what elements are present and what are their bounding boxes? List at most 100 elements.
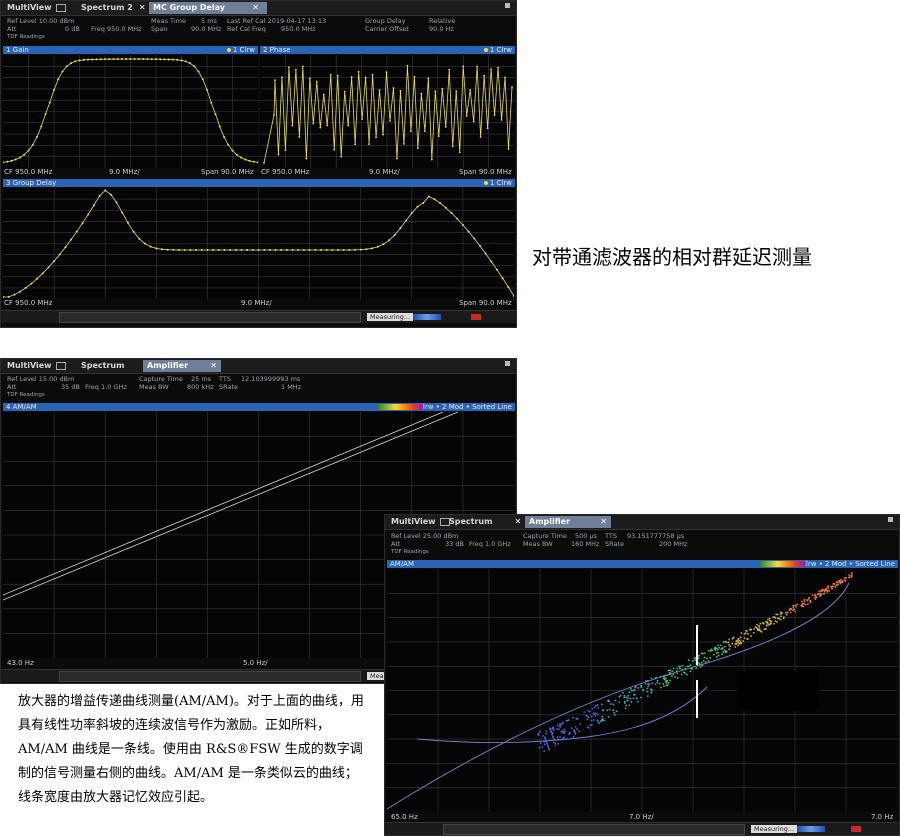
trace-point: [422, 201, 425, 204]
cloud-point: [642, 689, 645, 692]
trace-point: [365, 248, 368, 251]
amam-cw-footer-left: 43.0 Hz: [7, 659, 34, 667]
trace-point: [138, 58, 140, 61]
cloud-point: [697, 657, 700, 660]
att-label: Att: [7, 25, 17, 33]
tab-mc-group-delay[interactable]: MC Group Delay ✕: [149, 2, 267, 14]
trace-point: [166, 248, 169, 251]
trace-point: [78, 59, 81, 62]
trace-point: [234, 249, 237, 251]
cloud-point: [823, 590, 826, 593]
trace-point: [342, 248, 345, 251]
freq: Freq 1.0 GHz: [469, 540, 511, 548]
status-selector[interactable]: [443, 824, 745, 835]
cloud-point: [538, 746, 541, 749]
trace-point: [420, 92, 423, 95]
window-menu-icon[interactable]: [505, 361, 510, 366]
cloud-point: [735, 640, 738, 643]
trace-point: [115, 201, 118, 204]
tab-spectrum-2[interactable]: Spectrum 2 ✕: [77, 2, 150, 14]
cloud-point: [820, 593, 823, 596]
trace-point: [223, 135, 225, 138]
trace-point: [133, 58, 136, 61]
arrow-up-icon: [696, 680, 698, 718]
trace-point: [180, 59, 183, 62]
trace-point: [92, 204, 95, 207]
trace-line-1: [3, 412, 444, 596]
tab-amplifier[interactable]: Amplifier ✕: [143, 360, 221, 372]
close-icon[interactable]: ✕: [600, 516, 607, 528]
cloud-point: [830, 587, 833, 590]
trace-label: 1 Clrw: [226, 46, 255, 54]
cloud-point: [597, 707, 600, 709]
close-icon[interactable]: ✕: [252, 2, 259, 14]
trace-point: [291, 249, 294, 251]
cloud-point: [560, 730, 563, 733]
trace-point: [490, 68, 492, 70]
phase-plot[interactable]: [260, 55, 514, 168]
trace-point: [217, 249, 220, 251]
status-measuring: Measuring...: [751, 825, 798, 833]
cloud-point: [786, 611, 789, 614]
trace-point: [248, 159, 251, 162]
panel-title-text: 3 Group Delay: [6, 179, 57, 187]
cloud-point: [715, 652, 718, 654]
panel-title-text: AM/AM: [390, 560, 415, 568]
trace-point: [246, 249, 249, 251]
cloud-point: [539, 742, 542, 744]
trace-point: [155, 58, 157, 61]
cloud-point: [841, 579, 844, 582]
close-icon[interactable]: ✕: [210, 360, 217, 372]
trace-point: [121, 211, 124, 214]
trace-point: [347, 124, 350, 127]
trace-point: [461, 223, 464, 226]
tts-value: 12.103999993 ms: [241, 375, 301, 383]
close-icon[interactable]: ✕: [139, 3, 146, 12]
cloud-point: [779, 618, 782, 621]
cloud-point: [768, 619, 771, 622]
trace-point: [456, 217, 459, 220]
trace-point: [223, 249, 226, 251]
cloud-point: [796, 603, 799, 606]
trace-point: [312, 122, 315, 125]
cloud-point: [722, 641, 725, 644]
cloud-point: [556, 724, 559, 727]
cloud-point: [731, 642, 734, 645]
trace-point: [125, 58, 128, 61]
trace-point: [108, 58, 111, 61]
status-selector[interactable]: [59, 671, 361, 682]
capture-time-label: Capture Time: [523, 532, 567, 540]
window-menu-icon[interactable]: [505, 3, 510, 8]
cloud-point: [676, 677, 679, 679]
delay-plot[interactable]: [3, 188, 514, 299]
cloud-point: [628, 704, 631, 707]
cloud-point: [789, 611, 792, 614]
trace-point: [434, 90, 437, 93]
cloud-point: [650, 691, 653, 694]
trace-point: [329, 74, 332, 76]
tab-multiview[interactable]: MultiView: [3, 360, 74, 372]
trace-point: [112, 58, 115, 61]
cloud-point: [737, 644, 739, 647]
cloud-point: [691, 660, 694, 662]
cloud-point: [664, 677, 667, 680]
cloud-point: [722, 651, 725, 654]
tab-amplifier[interactable]: Amplifier ✕: [525, 516, 611, 528]
gain-plot[interactable]: [3, 55, 258, 168]
cloud-point: [658, 682, 661, 685]
cloud-point: [632, 697, 635, 700]
close-icon[interactable]: ✕: [514, 517, 521, 526]
tab-spectrum[interactable]: Spectrum ✕: [445, 516, 525, 528]
gain-footer-right: Span 90.0 MHz: [201, 168, 254, 176]
cloud-point: [607, 716, 610, 718]
amam-mod-plot[interactable]: [387, 569, 897, 812]
trace-point: [302, 249, 305, 251]
cloud-point: [647, 685, 650, 688]
cloud-point: [848, 576, 851, 579]
tab-multiview[interactable]: MultiView: [3, 2, 74, 14]
cloud-point: [566, 719, 569, 722]
status-selector[interactable]: [59, 312, 361, 323]
window-menu-icon[interactable]: [888, 517, 893, 522]
panel-title-text: 4 AM/AM: [6, 403, 37, 411]
cloud-point: [562, 731, 565, 733]
